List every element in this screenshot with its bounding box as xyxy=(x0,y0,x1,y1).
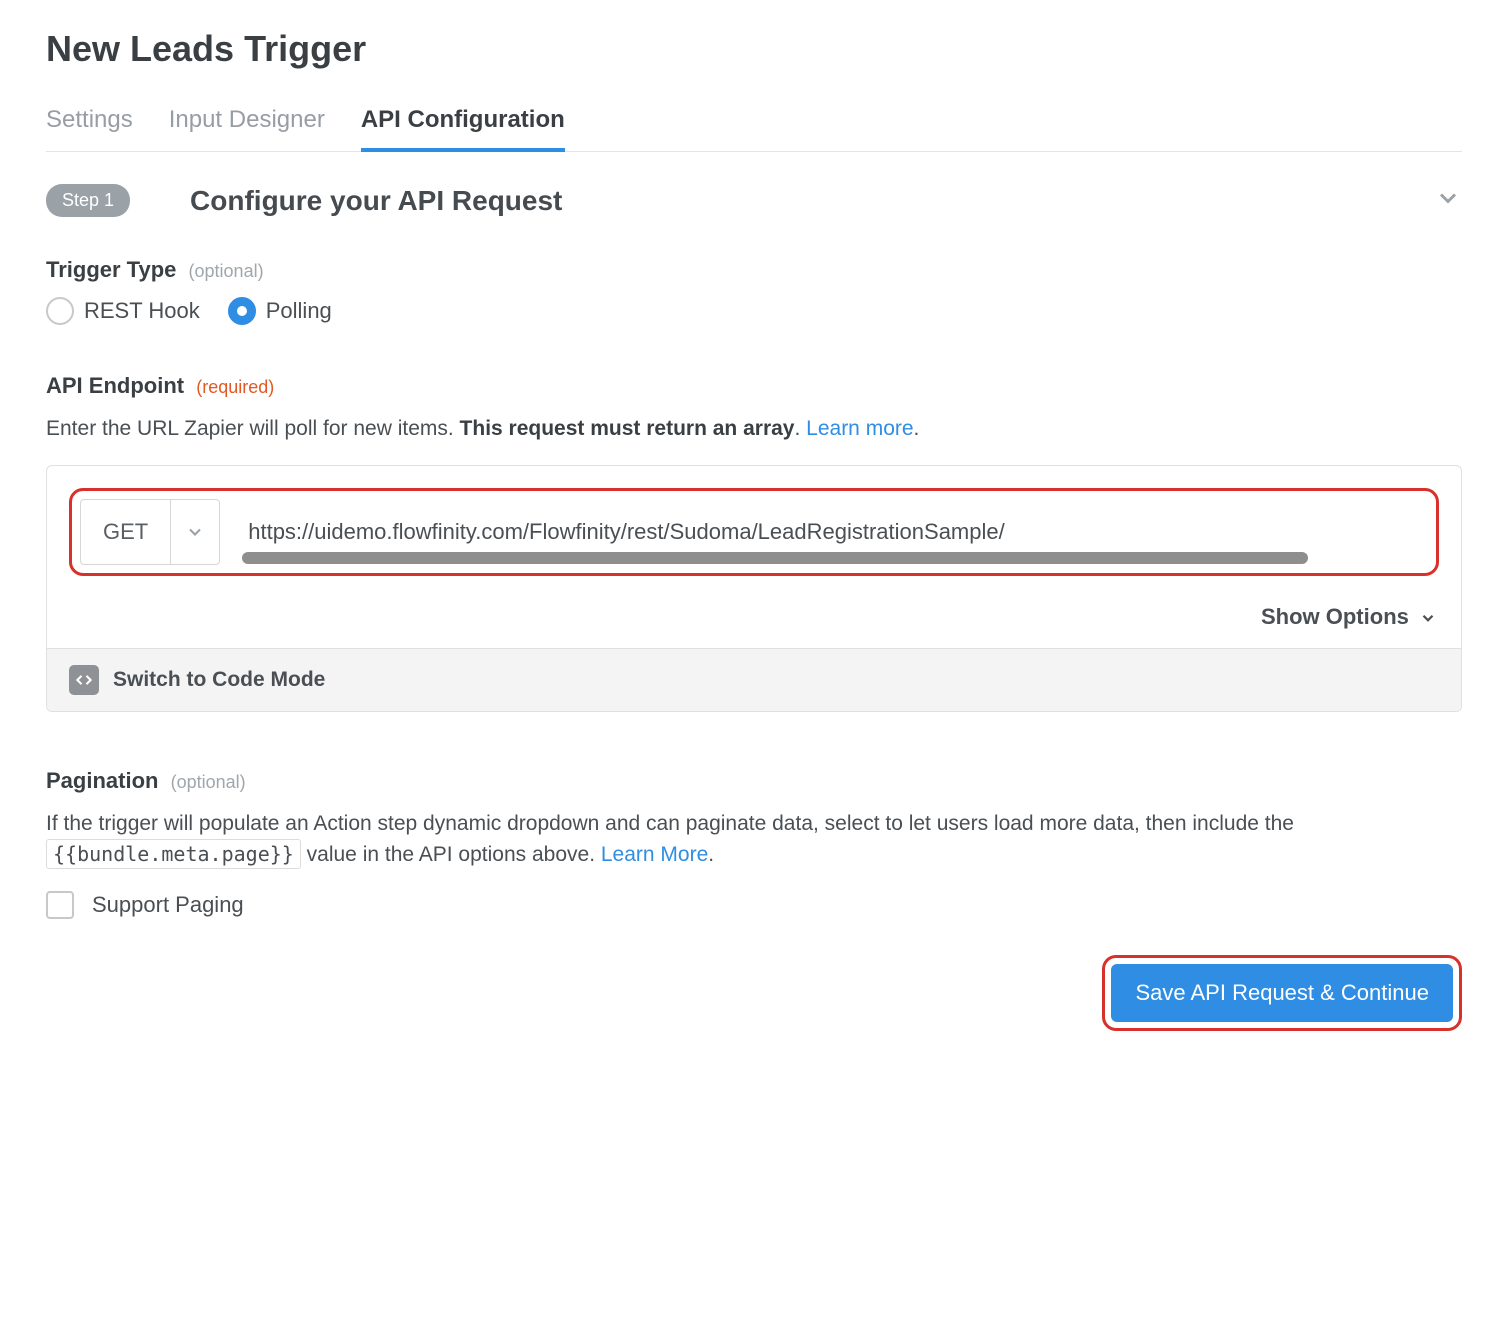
tabs: Settings Input Designer API Configuratio… xyxy=(46,98,1462,152)
pagination-help: If the trigger will populate an Action s… xyxy=(46,808,1462,871)
learn-more-link[interactable]: Learn More xyxy=(601,843,708,866)
chevron-down-icon xyxy=(1419,604,1437,629)
endpoint-url-input[interactable] xyxy=(242,515,1428,547)
tab-settings[interactable]: Settings xyxy=(46,98,133,152)
trigger-type-label: Trigger Type (optional) xyxy=(46,257,1462,283)
pagination-help-pre: If the trigger will populate an Action s… xyxy=(46,812,1294,835)
switch-to-code-mode[interactable]: Switch to Code Mode xyxy=(47,648,1461,711)
horizontal-scrollbar[interactable] xyxy=(242,551,1428,565)
code-icon xyxy=(69,665,99,695)
pagination-help-period: . xyxy=(708,843,714,866)
api-endpoint-help: Enter the URL Zapier will poll for new i… xyxy=(46,413,1462,445)
pagination-hint: (optional) xyxy=(171,772,246,792)
step-header[interactable]: Step 1 Configure your API Request xyxy=(46,184,1462,217)
radio-circle-icon xyxy=(46,297,74,325)
radio-rest-hook[interactable]: REST Hook xyxy=(46,297,200,325)
radio-rest-hook-label: REST Hook xyxy=(84,298,200,324)
chevron-down-icon xyxy=(171,500,219,564)
api-endpoint-label-text: API Endpoint xyxy=(46,373,184,398)
pagination-help-code: {{bundle.meta.page}} xyxy=(46,839,301,869)
api-endpoint-help-pre: Enter the URL Zapier will poll for new i… xyxy=(46,417,460,440)
radio-polling[interactable]: Polling xyxy=(228,297,332,325)
learn-more-link[interactable]: Learn more xyxy=(806,417,913,440)
pagination-label: Pagination (optional) xyxy=(46,768,1462,794)
trigger-type-radio-group: REST Hook Polling xyxy=(46,297,1462,325)
api-endpoint-card: GET Show Options Switch to Code Mode xyxy=(46,465,1462,712)
page-title: New Leads Trigger xyxy=(46,28,1462,70)
tab-input-designer[interactable]: Input Designer xyxy=(169,98,325,152)
api-endpoint-help-post: . xyxy=(794,417,806,440)
endpoint-highlight-frame: GET xyxy=(69,488,1439,576)
http-method-select[interactable]: GET xyxy=(80,499,220,565)
radio-circle-selected-icon xyxy=(228,297,256,325)
save-api-request-button[interactable]: Save API Request & Continue xyxy=(1111,964,1453,1022)
api-endpoint-hint: (required) xyxy=(196,377,274,397)
step-badge: Step 1 xyxy=(46,184,130,217)
support-paging-row[interactable]: Support Paging xyxy=(46,891,1462,919)
save-highlight-frame: Save API Request & Continue xyxy=(1102,955,1462,1031)
trigger-type-hint: (optional) xyxy=(189,261,264,281)
chevron-down-icon xyxy=(1434,184,1462,217)
api-endpoint-label: API Endpoint (required) xyxy=(46,373,1462,399)
http-method-value: GET xyxy=(81,500,171,564)
pagination-label-text: Pagination xyxy=(46,768,158,793)
tab-api-configuration[interactable]: API Configuration xyxy=(361,98,565,152)
support-paging-checkbox[interactable] xyxy=(46,891,74,919)
api-endpoint-help-period: . xyxy=(914,417,920,440)
show-options-toggle[interactable]: Show Options xyxy=(47,598,1461,648)
code-mode-label: Switch to Code Mode xyxy=(113,668,325,692)
pagination-help-post: value in the API options above. xyxy=(301,843,601,866)
radio-polling-label: Polling xyxy=(266,298,332,324)
api-endpoint-help-bold: This request must return an array xyxy=(460,417,795,440)
trigger-type-label-text: Trigger Type xyxy=(46,257,176,282)
support-paging-label: Support Paging xyxy=(92,892,244,918)
step-title: Configure your API Request xyxy=(190,185,1374,217)
show-options-label: Show Options xyxy=(1261,604,1409,629)
